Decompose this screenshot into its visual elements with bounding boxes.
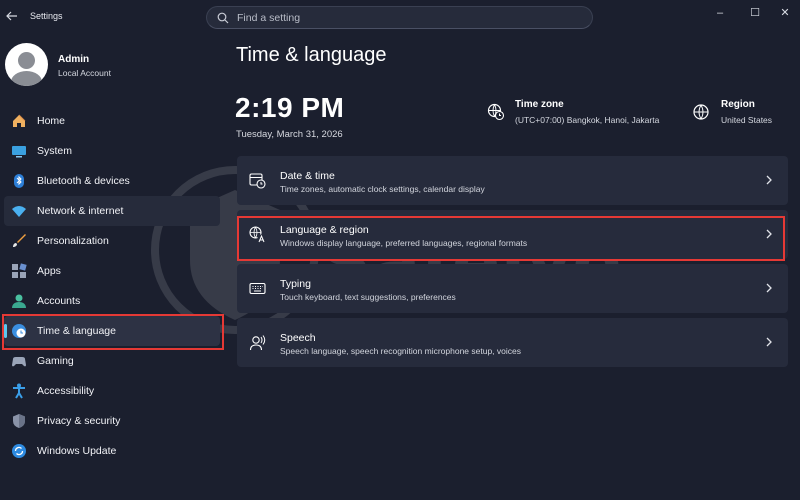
highlight-box-sidebar [2, 314, 224, 350]
account-type: Local Account [58, 68, 111, 78]
globe-icon [693, 104, 709, 120]
sidebar-item-accessibility[interactable]: Accessibility [4, 376, 220, 406]
card-typing[interactable]: Typing Touch keyboard, text suggestions,… [237, 264, 788, 313]
card-title: Typing [280, 278, 311, 290]
sidebar-item-label: Accounts [37, 295, 81, 307]
sidebar-item-privacy[interactable]: Privacy & security [4, 406, 220, 436]
apps-icon [12, 263, 27, 278]
sidebar-item-network[interactable]: Network & internet [4, 196, 220, 226]
card-title: Date & time [280, 170, 335, 182]
speech-icon [249, 335, 266, 351]
calendar-clock-icon [249, 173, 266, 189]
region-title: Region [721, 99, 755, 110]
time-zone-value: (UTC+07:00) Bangkok, Hanoi, Jakarta [515, 115, 660, 125]
shield-icon [13, 414, 25, 428]
card-speech[interactable]: Speech Speech language, speech recogniti… [237, 318, 788, 367]
settings-cards: Date & time Time zones, automatic clock … [237, 156, 788, 372]
globe-clock-icon [487, 103, 505, 121]
sidebar-item-label: Bluetooth & devices [37, 175, 130, 187]
keyboard-icon [249, 282, 266, 295]
card-title: Speech [280, 332, 316, 344]
update-icon [12, 444, 26, 458]
sidebar-item-label: System [37, 145, 73, 157]
brush-icon [13, 234, 26, 247]
controller-icon [12, 357, 26, 367]
sidebar-item-label: Network & internet [37, 205, 124, 217]
back-arrow-icon[interactable] [4, 9, 20, 25]
time-zone-title: Time zone [515, 99, 564, 110]
sidebar-item-label: Personalization [37, 235, 109, 247]
sidebar-item-gaming[interactable]: Gaming [4, 346, 220, 376]
sidebar-item-personalization[interactable]: Personalization [4, 226, 220, 256]
sidebar-item-label: Windows Update [37, 445, 117, 457]
page-title: Time & language [236, 44, 387, 66]
sidebar-item-label: Accessibility [37, 385, 95, 397]
highlight-box-card [237, 216, 785, 261]
minimize-button[interactable]: – [707, 4, 733, 22]
sidebar-item-home[interactable]: Home [4, 106, 220, 136]
sidebar-item-windows-update[interactable]: Windows Update [4, 436, 220, 466]
search-input[interactable] [237, 9, 577, 27]
card-subtitle: Speech language, speech recognition micr… [280, 346, 521, 356]
region-value: United States [721, 115, 773, 125]
close-button[interactable]: ✕ [772, 4, 798, 22]
card-date-time[interactable]: Date & time Time zones, automatic clock … [237, 156, 788, 205]
chevron-right-icon [766, 175, 772, 185]
avatar [5, 43, 48, 86]
sidebar-item-label: Home [37, 115, 66, 127]
person-icon [12, 294, 26, 308]
sidebar-item-label: Apps [37, 265, 61, 277]
sidebar-item-accounts[interactable]: Accounts [4, 286, 220, 316]
chevron-right-icon [766, 337, 772, 347]
home-icon [13, 114, 26, 127]
sidebar-nav: Home System Bluetooth & devices Network … [4, 106, 226, 466]
sidebar-item-apps[interactable]: Apps [4, 256, 220, 286]
bluetooth-icon [14, 174, 24, 188]
profile-name: Admin [58, 54, 90, 65]
app-title: Settings [30, 11, 63, 21]
current-date: Tuesday, March 31, 2026 [236, 129, 343, 140]
maximize-button[interactable]: ☐ [742, 4, 768, 22]
accessibility-icon [13, 383, 25, 399]
sidebar-item-system[interactable]: System [4, 136, 220, 166]
title-bar: Settings – ☐ ✕ [0, 0, 800, 34]
chevron-right-icon [766, 283, 772, 293]
sidebar-item-label: Gaming [37, 355, 74, 367]
sidebar-item-label: Privacy & security [37, 415, 121, 427]
card-subtitle: Time zones, automatic clock settings, ca… [280, 184, 485, 194]
sidebar-item-bluetooth[interactable]: Bluetooth & devices [4, 166, 220, 196]
search-box[interactable] [206, 6, 593, 29]
monitor-icon [12, 146, 26, 158]
search-icon [217, 12, 229, 24]
current-time: 2:19 PM [235, 92, 345, 123]
wifi-icon [12, 206, 26, 217]
card-subtitle: Touch keyboard, text suggestions, prefer… [280, 292, 456, 302]
